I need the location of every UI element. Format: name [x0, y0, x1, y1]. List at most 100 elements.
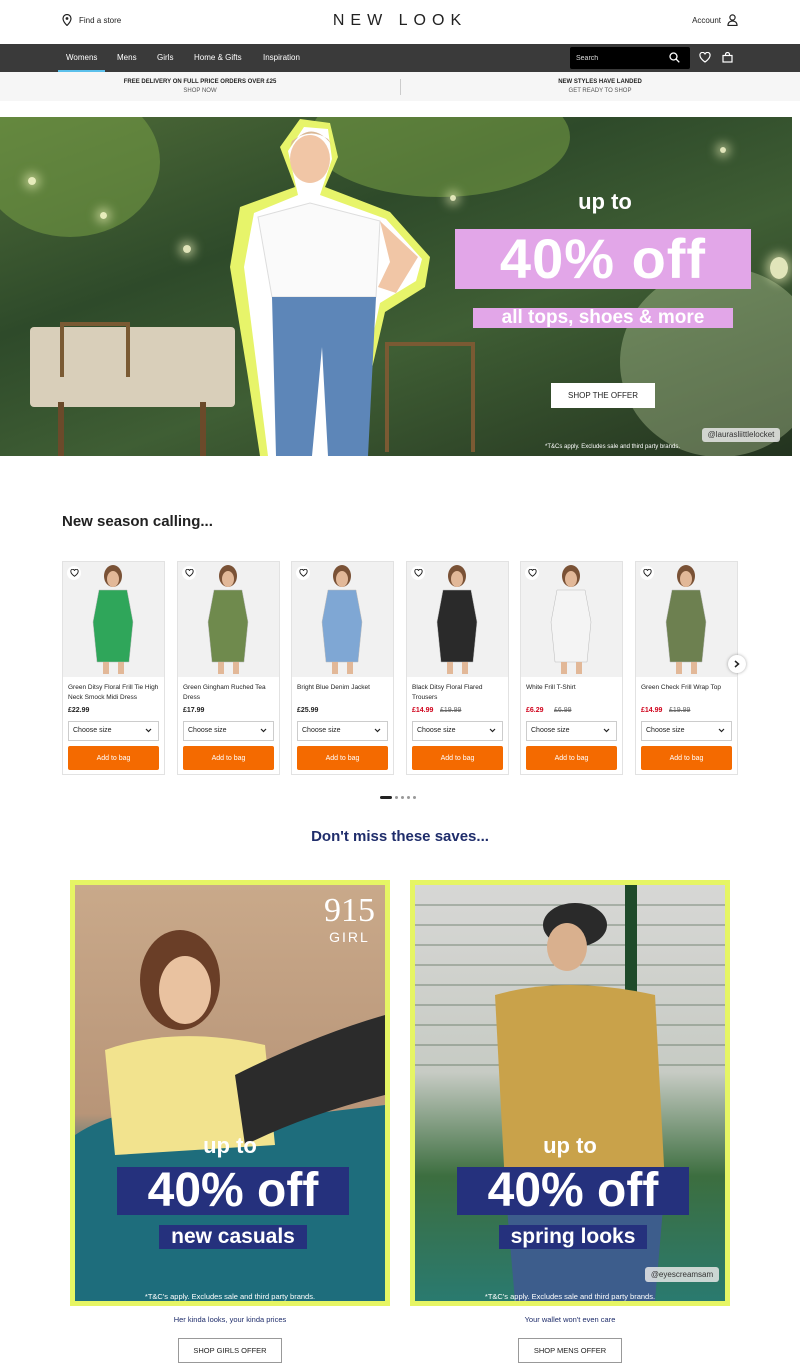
hero-banner[interactable]: up to 40% off all tops, shoes & more SHO… — [0, 117, 792, 456]
add-to-bag-button[interactable]: Add to bag — [297, 746, 388, 770]
account-link[interactable]: Account — [692, 14, 738, 26]
product-name[interactable]: Bright Blue Denim Jacket — [297, 683, 389, 693]
chevron-down-icon — [489, 728, 496, 733]
size-select[interactable]: Choose size — [297, 721, 388, 741]
product-name[interactable]: Green Ditsy Floral Frill Tie High Neck S… — [68, 683, 160, 703]
wishlist-button[interactable] — [640, 566, 654, 580]
shop-girls-offer-button[interactable]: SHOP GIRLS OFFER — [178, 1338, 282, 1363]
string-light — [450, 195, 456, 201]
add-to-bag-button[interactable]: Add to bag — [641, 746, 732, 770]
size-select[interactable]: Choose size — [183, 721, 274, 741]
shop-mens-offer-button[interactable]: SHOP MENS OFFER — [518, 1338, 622, 1363]
tile-instagram-handle: @eyescreamsam — [645, 1267, 719, 1282]
tile-headline: 40% off — [117, 1167, 349, 1215]
product-photo — [436, 565, 478, 674]
wishlist-button[interactable] — [67, 566, 81, 580]
product-image[interactable] — [63, 562, 164, 677]
chevron-down-icon — [260, 728, 267, 733]
product-image[interactable] — [407, 562, 508, 677]
shopping-bag-icon[interactable] — [722, 52, 733, 63]
heart-icon — [298, 569, 308, 577]
size-select-label: Choose size — [646, 727, 685, 734]
size-select[interactable]: Choose size — [526, 721, 617, 741]
wishlist-button[interactable] — [296, 566, 310, 580]
product-card[interactable]: Green Ditsy Floral Frill Tie High Neck S… — [62, 561, 165, 775]
nav-item-womens[interactable]: Womens — [57, 44, 106, 72]
product-image[interactable] — [636, 562, 737, 677]
product-card[interactable]: Green Check Frill Wrap Top £14.99 £19.99 Ch… — [635, 561, 738, 775]
string-light — [720, 147, 726, 153]
product-card[interactable]: White Frill T-Shirt £6.29 £6.99 Choose size… — [520, 561, 623, 775]
search-box — [570, 47, 690, 69]
product-price: £17.99 — [183, 707, 205, 714]
promo-link[interactable]: GET READY TO SHOP — [450, 87, 750, 96]
add-to-bag-button[interactable]: Add to bag — [526, 746, 617, 770]
promo-free-delivery[interactable]: FREE DELIVERY ON FULL PRICE ORDERS OVER … — [50, 78, 350, 96]
saves-title: Don't miss these saves... — [311, 828, 489, 845]
pagination-dot[interactable] — [395, 796, 398, 799]
tile-headline: 40% off — [457, 1167, 689, 1215]
product-name[interactable]: White Frill T-Shirt — [526, 683, 618, 693]
product-was-price: £6.99 — [554, 707, 572, 714]
tile-label: new casuals — [159, 1225, 307, 1249]
pagination-dot[interactable] — [407, 796, 410, 799]
wishlist-button[interactable] — [182, 566, 196, 580]
nav-item-mens[interactable]: Mens — [117, 44, 137, 72]
size-select-label: Choose size — [417, 727, 456, 734]
main-nav: Womens Mens Girls Home & Gifts Inspirati… — [0, 44, 800, 72]
product-image[interactable] — [178, 562, 279, 677]
product-card[interactable]: Green Gingham Ruched Tea Dress £17.99 Choo… — [177, 561, 280, 775]
mens-offer-tile[interactable]: up to 40% off spring looks @eyescreamsam… — [410, 880, 730, 1306]
hero-terms: *T&Cs apply. Excludes sale and third par… — [545, 444, 680, 450]
product-name[interactable]: Green Check Frill Wrap Top — [641, 683, 733, 693]
hero-up-to: up to — [578, 189, 632, 214]
tile-up-to: up to — [203, 1133, 257, 1158]
search-icon[interactable] — [669, 52, 680, 63]
search-input[interactable] — [576, 50, 662, 66]
nav-item-home-gifts[interactable]: Home & Gifts — [194, 44, 242, 72]
product-name[interactable]: Black Ditsy Floral Flared Trousers — [412, 683, 504, 703]
wishlist-button[interactable] — [411, 566, 425, 580]
girls-offer-tile[interactable]: 915 GIRL up to 40% off new casuals *T&C'… — [70, 880, 390, 1306]
promo-link[interactable]: SHOP NOW — [50, 87, 350, 96]
new-look-logo[interactable]: NEW LOOK — [0, 12, 800, 30]
nav-item-inspiration[interactable]: Inspiration — [263, 44, 300, 72]
size-select[interactable]: Choose size — [68, 721, 159, 741]
product-image[interactable] — [521, 562, 622, 677]
915-girl-logo: 915 GIRL — [324, 893, 375, 946]
string-light — [100, 212, 107, 219]
product-photo — [550, 565, 592, 674]
add-to-bag-button[interactable]: Add to bag — [68, 746, 159, 770]
wishlist-button[interactable] — [525, 566, 539, 580]
add-to-bag-button[interactable]: Add to bag — [412, 746, 503, 770]
product-card[interactable]: Black Ditsy Floral Flared Trousers £14.99… — [406, 561, 509, 775]
size-select-label: Choose size — [188, 727, 227, 734]
tile-terms: *T&C's apply. Excludes sale and third pa… — [144, 1292, 316, 1301]
product-name[interactable]: Green Gingham Ruched Tea Dress — [183, 683, 275, 703]
nav-item-girls[interactable]: Girls — [157, 44, 173, 72]
size-select[interactable]: Choose size — [641, 721, 732, 741]
promo-new-styles[interactable]: NEW STYLES HAVE LANDED GET READY TO SHOP — [450, 78, 750, 96]
string-light — [183, 245, 191, 253]
account-label: Account — [692, 15, 721, 25]
size-select-label: Choose size — [302, 727, 341, 734]
product-photo — [321, 565, 363, 674]
product-image[interactable] — [292, 562, 393, 677]
chair — [60, 322, 130, 377]
section-title: New season calling... — [62, 513, 213, 530]
promo-strip: FREE DELIVERY ON FULL PRICE ORDERS OVER … — [0, 72, 800, 101]
shop-the-offer-button[interactable]: SHOP THE OFFER — [551, 383, 655, 408]
pagination-dot[interactable] — [380, 796, 392, 799]
add-to-bag-button[interactable]: Add to bag — [183, 746, 274, 770]
promo-divider — [400, 79, 401, 95]
tile-up-to: up to — [543, 1133, 597, 1158]
wishlist-heart-icon[interactable] — [699, 52, 711, 63]
promo-title: FREE DELIVERY ON FULL PRICE ORDERS OVER … — [123, 79, 277, 85]
carousel-next-button[interactable] — [728, 655, 746, 673]
size-select[interactable]: Choose size — [412, 721, 503, 741]
string-light — [770, 257, 788, 279]
pagination-dot[interactable] — [413, 796, 416, 799]
product-photo — [92, 565, 134, 674]
product-card[interactable]: Bright Blue Denim Jacket £25.99 Choose siz… — [291, 561, 394, 775]
pagination-dot[interactable] — [401, 796, 404, 799]
